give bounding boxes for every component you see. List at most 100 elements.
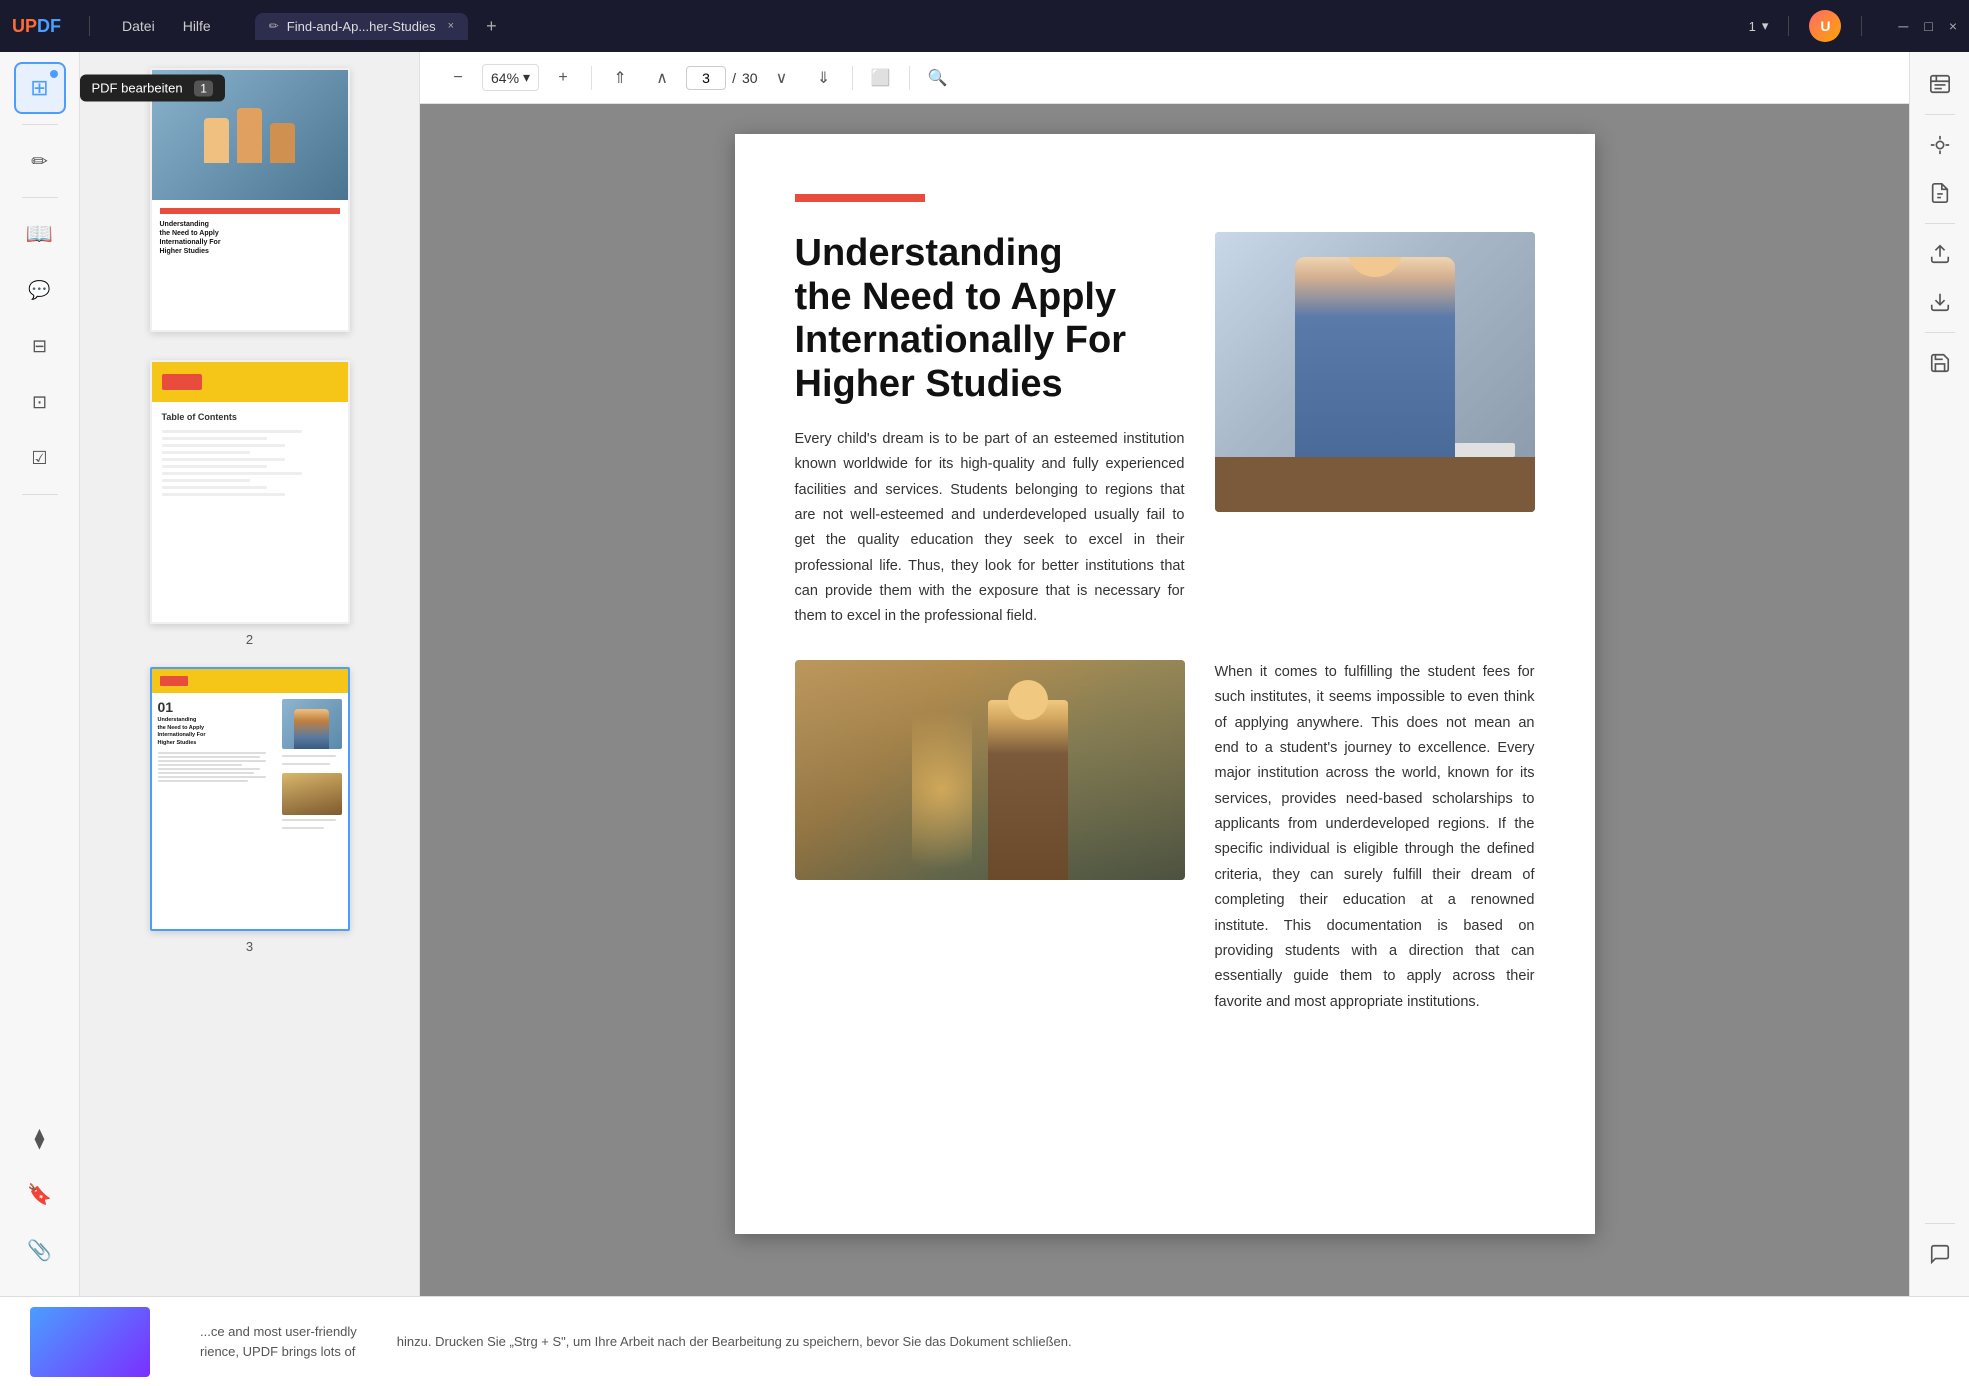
tab-title: Find-and-Ap...her-Studies (287, 19, 436, 34)
scan-button[interactable] (1918, 123, 1962, 167)
sidebar-item-organize[interactable]: ⊟ (14, 320, 66, 372)
zoom-in-button[interactable]: + (545, 60, 581, 96)
maximize-button[interactable]: □ (1924, 18, 1932, 34)
sidebar-item-edit[interactable]: ✏ (14, 135, 66, 187)
toc-line5 (162, 458, 285, 461)
thumb1-content: Understandingthe Need to ApplyInternatio… (152, 200, 348, 264)
titlebar-menu: Datei Hilfe (110, 14, 223, 38)
sidebar-item-read[interactable]: 📖 (14, 208, 66, 260)
zoom-level: 64% (491, 70, 519, 86)
t3-line3 (158, 760, 266, 762)
sidebar-item-layers[interactable]: ⧫ (14, 1112, 66, 1164)
sidebar-item-thumbnails[interactable]: ⊞ PDF bearbeiten 1 (14, 62, 66, 114)
active-indicator (50, 70, 58, 78)
t3-r-line4 (282, 827, 324, 829)
zoom-out-button[interactable]: − (440, 60, 476, 96)
t3-line4 (158, 764, 242, 766)
page-left-column: Understanding the Need to Apply Internat… (795, 232, 1185, 630)
t3-line2 (158, 756, 260, 758)
thumbnail-panel: Understandingthe Need to ApplyInternatio… (80, 52, 420, 1296)
upload-button[interactable] (1918, 232, 1962, 276)
layers-icon: ⧫ (35, 1126, 45, 1151)
ocr-button[interactable] (1918, 62, 1962, 106)
active-tab[interactable]: ✏ Find-and-Ap...her-Studies × (255, 13, 468, 40)
content-area: − 64% ▾ + ⇑ ∧ / 30 ∨ ⇓ ⬜ 🔍 (420, 52, 1909, 1296)
page-content-grid: Understanding the Need to Apply Internat… (795, 232, 1535, 630)
page-body-text-1: Every child's dream is to be part of an … (795, 427, 1185, 630)
bookmark-icon: 🔖 (27, 1182, 52, 1207)
organize-icon: ⊟ (32, 336, 47, 357)
toolbar-sep3 (909, 66, 910, 90)
t3-r-line2 (282, 763, 330, 765)
thumb1-image: Understandingthe Need to ApplyInternatio… (152, 70, 348, 330)
thumb3-photo2 (282, 773, 342, 815)
sidebar-item-attachment[interactable]: 📎 (14, 1224, 66, 1276)
download-button[interactable] (1918, 280, 1962, 324)
last-page-button[interactable]: ⇓ (806, 60, 842, 96)
toolbar-sep2 (852, 66, 853, 90)
toc-line10 (162, 493, 285, 496)
chat-button[interactable] (1918, 1232, 1962, 1276)
sidebar-sep1 (22, 124, 58, 125)
thumbnail-page1[interactable]: Understandingthe Need to ApplyInternatio… (150, 68, 350, 340)
new-tab-button[interactable]: + (486, 16, 497, 37)
save-button[interactable] (1918, 341, 1962, 385)
bottom-bar-left-text: ...ce and most user-friendlyrience, UPDF… (200, 1322, 357, 1361)
sidebar-item-bookmark[interactable]: 🔖 (14, 1168, 66, 1220)
attachment-icon: 📎 (27, 1238, 52, 1263)
left-sidebar: ⊞ PDF bearbeiten 1 ✏ 📖 💬 ⊟ ⊡ ☑ (0, 52, 80, 1296)
search-button[interactable]: 🔍 (920, 60, 956, 96)
page-top-bar (795, 194, 925, 202)
extract-button[interactable] (1918, 171, 1962, 215)
sidebar-sep2 (22, 197, 58, 198)
page-main-title: Understanding the Need to Apply Internat… (795, 232, 1185, 407)
thumb3-photo1 (282, 699, 342, 749)
sidebar-item-annotate[interactable]: 💬 (14, 264, 66, 316)
minimize-button[interactable]: ─ (1898, 18, 1908, 34)
thumb3-logo (160, 676, 188, 686)
tab-pdf-icon: ✏ (269, 19, 279, 33)
thumbnail-page2[interactable]: Table of Contents 2 (150, 360, 350, 647)
right-sep4 (1925, 1223, 1955, 1224)
page-sep: / (732, 70, 736, 86)
zoom-display[interactable]: 64% ▾ (482, 64, 539, 91)
t3-line5 (158, 768, 260, 770)
thumbnail-label-2: 2 (246, 632, 253, 647)
menu-hilfe[interactable]: Hilfe (171, 14, 223, 38)
form-icon: ☑ (31, 448, 47, 469)
thumbnails-icon: ⊞ (30, 75, 48, 101)
ocr-icon (1929, 73, 1951, 95)
page-nav-dropdown-icon[interactable]: ▾ (1762, 18, 1769, 34)
sidebar-sep3 (22, 494, 58, 495)
annotate-icon: 💬 (28, 280, 50, 301)
sidebar-item-export[interactable]: ⊡ (14, 376, 66, 428)
pdf-viewer[interactable]: Understanding the Need to Apply Internat… (420, 104, 1909, 1296)
thumb2-body: Table of Contents (152, 402, 348, 510)
thumbnail-label-3: 3 (246, 939, 253, 954)
right-sep3 (1925, 332, 1955, 333)
sidebar-item-form[interactable]: ☑ (14, 432, 66, 484)
bottom-bar: ...ce and most user-friendlyrience, UPDF… (0, 1296, 1969, 1386)
thumbnail-page3[interactable]: 01 Understandingthe Need to ApplyInterna… (150, 667, 350, 954)
close-window-button[interactable]: × (1949, 18, 1957, 34)
page-number-input[interactable] (686, 66, 726, 90)
toc-title: Table of Contents (162, 412, 338, 422)
next-page-button[interactable]: ∨ (764, 60, 800, 96)
present-button[interactable]: ⬜ (863, 60, 899, 96)
pdf-page-3: Understanding the Need to Apply Internat… (735, 134, 1595, 1234)
toc-line1 (162, 430, 303, 433)
window-controls: ─ □ × (1898, 18, 1957, 34)
first-page-button[interactable]: ⇑ (602, 60, 638, 96)
right-panel (1909, 52, 1969, 1296)
right-panel-bottom (1918, 1219, 1962, 1286)
page-nav: 1 ▾ (1749, 18, 1769, 34)
right-sep1 (1925, 114, 1955, 115)
page-photo-library (795, 660, 1185, 880)
tab-close-button[interactable]: × (448, 20, 454, 32)
prev-page-button[interactable]: ∧ (644, 60, 680, 96)
menu-datei[interactable]: Datei (110, 14, 167, 38)
user-avatar[interactable]: U (1809, 10, 1841, 42)
right-sep2 (1925, 223, 1955, 224)
zoom-dropdown-icon: ▾ (523, 69, 530, 86)
t3-line1 (158, 752, 266, 754)
